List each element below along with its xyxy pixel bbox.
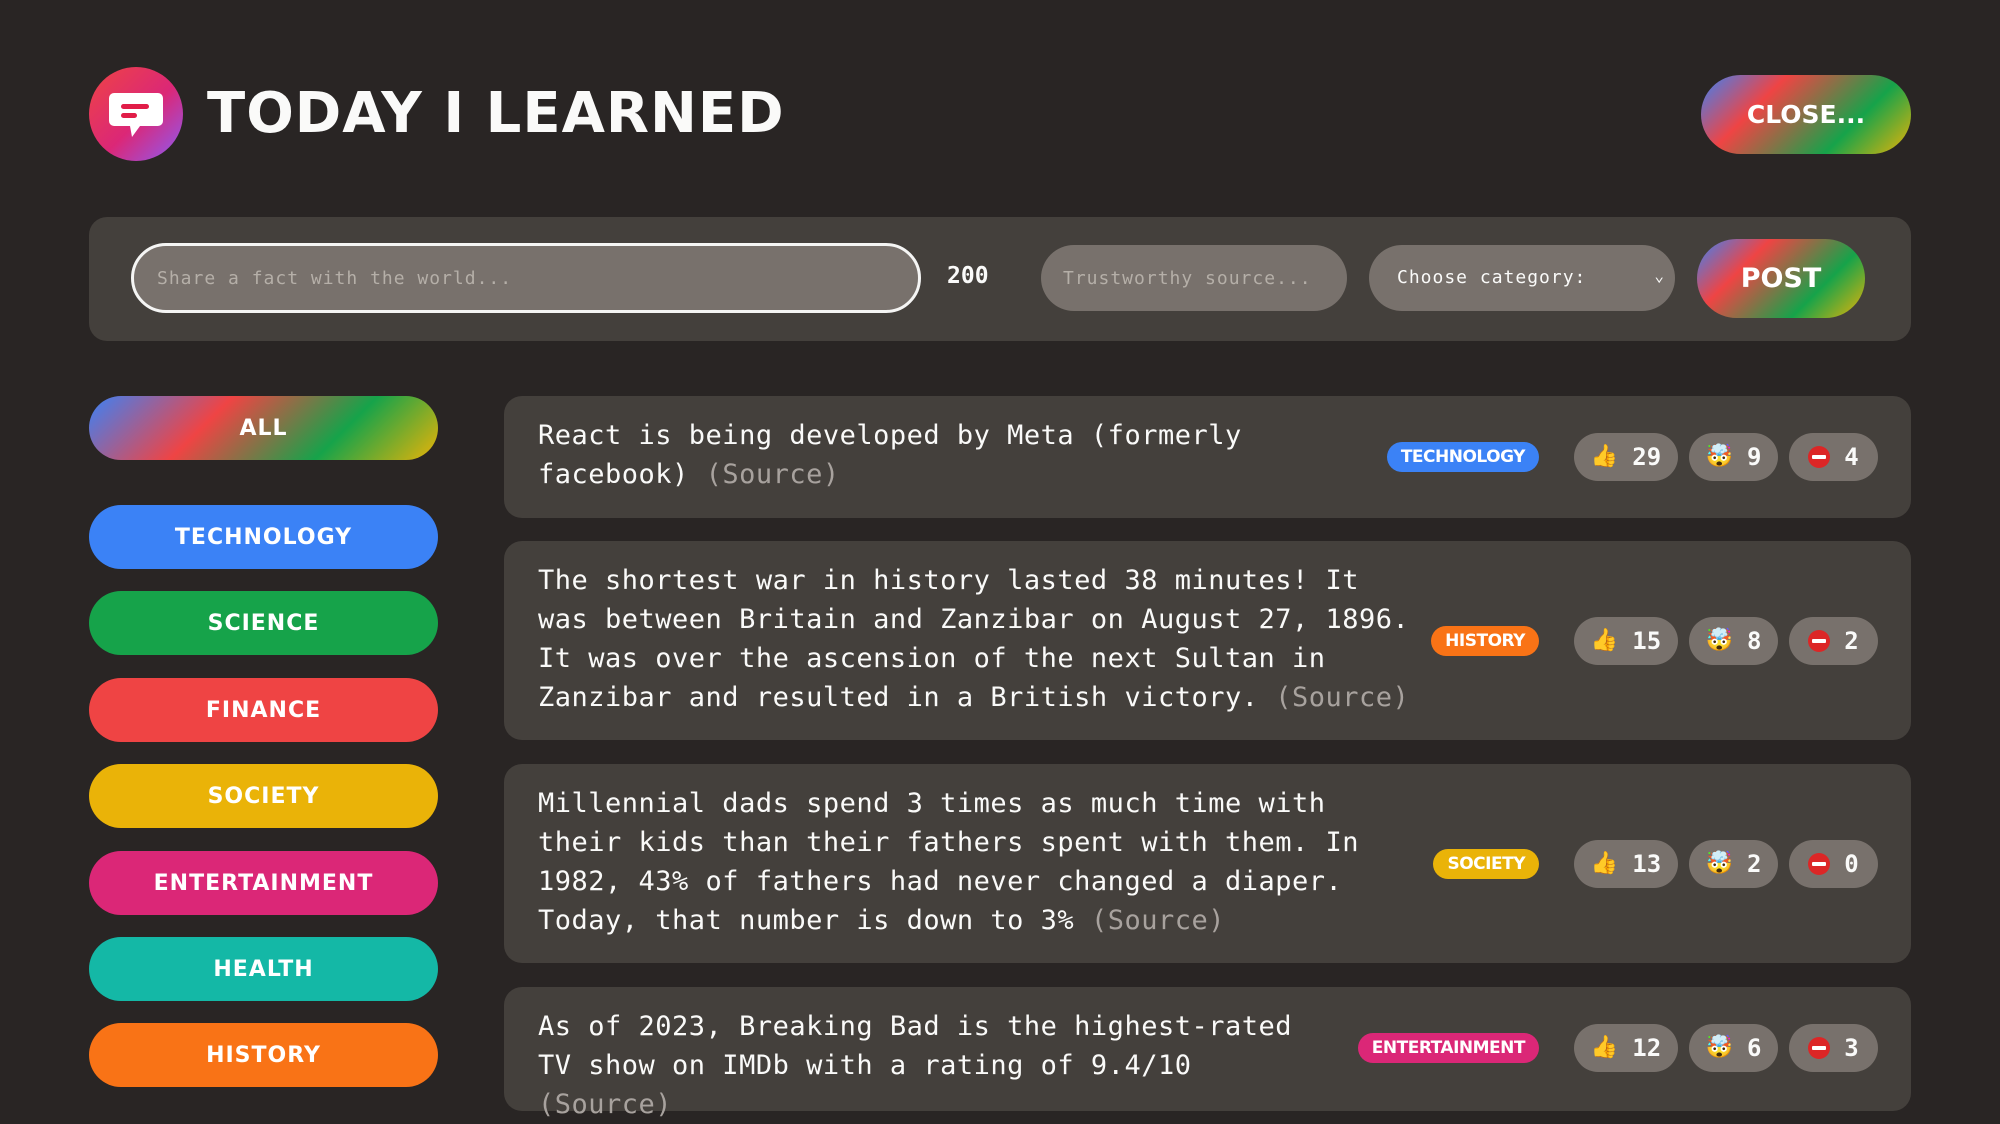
category-button-history[interactable]: History	[89, 1023, 438, 1087]
fact-text-body: As of 2023, Breaking Bad is the highest-…	[538, 1011, 1292, 1081]
mind-blown-face-icon: 🤯	[1705, 851, 1733, 876]
no-entry-icon	[1808, 1037, 1831, 1059]
mind-blown-face-icon: 🤯	[1705, 444, 1733, 469]
vote-false-button[interactable]: 0	[1789, 840, 1878, 888]
source-link[interactable]: (Source)	[706, 459, 840, 490]
category-select[interactable]: Choose category: ⌄	[1369, 245, 1675, 311]
thumbs-up-icon: 👍	[1590, 628, 1619, 653]
no-entry-icon	[1808, 630, 1831, 652]
vote-buttons: 👍 13 🤯 2 0	[1574, 840, 1878, 888]
vote-buttons: 👍 15 🤯 8 2	[1574, 617, 1878, 665]
vote-count: 9	[1746, 443, 1762, 471]
char-count: 200	[947, 263, 989, 289]
fact-text: React is being developed by Meta (former…	[538, 416, 1248, 494]
vote-count: 0	[1844, 850, 1859, 878]
category-button-all[interactable]: All	[89, 396, 438, 460]
fact-item: Millennial dads spend 3 times as much ti…	[504, 764, 1911, 963]
vote-false-button[interactable]: 3	[1789, 1024, 1878, 1072]
vote-mindblowing-button[interactable]: 🤯 2	[1689, 840, 1778, 888]
fact-text-body: Millennial dads spend 3 times as much ti…	[538, 788, 1360, 936]
fact-input[interactable]	[131, 243, 921, 313]
logo	[89, 67, 183, 161]
vote-buttons: 👍 29 🤯 9 4	[1574, 433, 1878, 481]
thumbs-up-icon: 👍	[1590, 1035, 1619, 1060]
fact-text: As of 2023, Breaking Bad is the highest-…	[538, 1007, 1338, 1124]
source-link[interactable]: (Source)	[538, 1089, 672, 1120]
source-link[interactable]: (Source)	[1091, 905, 1225, 936]
vote-count: 8	[1746, 627, 1762, 655]
no-entry-icon	[1808, 446, 1831, 468]
vote-mindblowing-button[interactable]: 🤯 9	[1689, 433, 1778, 481]
vote-count: 29	[1632, 443, 1662, 471]
vote-count: 12	[1632, 1034, 1662, 1062]
vote-interesting-button[interactable]: 👍 29	[1574, 433, 1678, 481]
vote-interesting-button[interactable]: 👍 13	[1574, 840, 1678, 888]
vote-count: 2	[1746, 850, 1762, 878]
vote-mindblowing-button[interactable]: 🤯 8	[1689, 617, 1778, 665]
category-button-technology[interactable]: Technology	[89, 505, 438, 569]
fact-item: React is being developed by Meta (former…	[504, 396, 1911, 518]
category-select-label: Choose category:	[1397, 267, 1587, 288]
fact-category-tag: Society	[1433, 849, 1539, 879]
fact-text: The shortest war in history lasted 38 mi…	[538, 561, 1418, 717]
thumbs-up-icon: 👍	[1590, 851, 1619, 876]
thumbs-up-icon: 👍	[1590, 444, 1619, 469]
vote-mindblowing-button[interactable]: 🤯 6	[1689, 1024, 1778, 1072]
no-entry-icon	[1808, 853, 1831, 875]
vote-buttons: 👍 12 🤯 6 3	[1574, 1024, 1878, 1072]
vote-count: 13	[1632, 850, 1662, 878]
app-title: Today I Learned	[207, 81, 785, 146]
source-link[interactable]: (Source)	[1275, 682, 1409, 713]
mind-blown-face-icon: 🤯	[1705, 1035, 1733, 1060]
fact-text: Millennial dads spend 3 times as much ti…	[538, 784, 1418, 940]
category-button-entertainment[interactable]: Entertainment	[89, 851, 438, 915]
fact-category-tag: Entertainment	[1357, 1033, 1539, 1063]
fact-category-tag: Technology	[1386, 442, 1539, 472]
mind-blown-face-icon: 🤯	[1705, 628, 1733, 653]
app-header: Today I Learned Close...	[89, 66, 1911, 162]
vote-false-button[interactable]: 2	[1789, 617, 1878, 665]
new-fact-form: 200 Choose category: ⌄ Post	[89, 217, 1911, 341]
fact-item: As of 2023, Breaking Bad is the highest-…	[504, 987, 1911, 1120]
vote-count: 4	[1844, 443, 1859, 471]
vote-count: 3	[1844, 1034, 1859, 1062]
category-button-science[interactable]: Science	[89, 591, 438, 655]
category-button-health[interactable]: Health	[89, 937, 438, 1001]
source-input[interactable]	[1041, 245, 1347, 311]
category-button-society[interactable]: Society	[89, 764, 438, 828]
vote-count: 15	[1632, 627, 1662, 655]
fact-category-tag: History	[1431, 626, 1539, 656]
post-button[interactable]: Post	[1697, 239, 1865, 318]
vote-count: 2	[1844, 627, 1859, 655]
vote-false-button[interactable]: 4	[1789, 433, 1878, 481]
vote-interesting-button[interactable]: 👍 12	[1574, 1024, 1678, 1072]
vote-interesting-button[interactable]: 👍 15	[1574, 617, 1678, 665]
vote-count: 6	[1746, 1034, 1762, 1062]
category-button-finance[interactable]: Finance	[89, 678, 438, 742]
fact-item: The shortest war in history lasted 38 mi…	[504, 541, 1911, 740]
fact-text-body: React is being developed by Meta (former…	[538, 420, 1242, 490]
chevron-down-icon: ⌄	[1654, 266, 1665, 285]
close-button[interactable]: Close...	[1701, 75, 1911, 154]
speech-bubble-icon	[109, 93, 163, 137]
